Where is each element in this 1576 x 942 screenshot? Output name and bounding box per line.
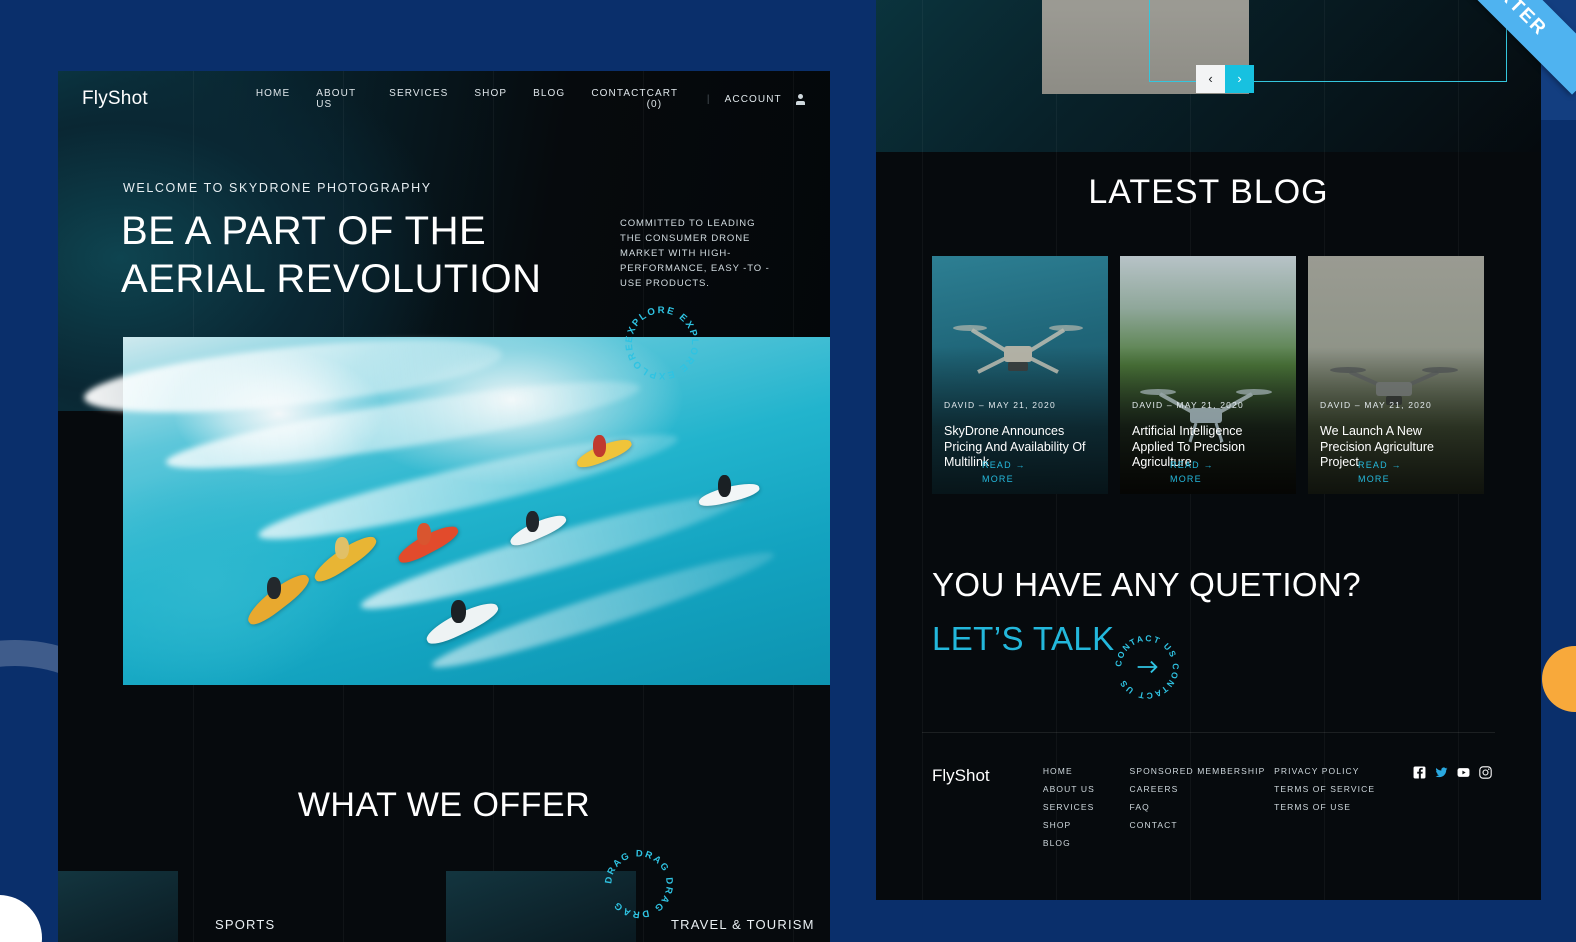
blog-read-more-link[interactable]: READ → MORE bbox=[1170, 458, 1218, 486]
site-logo[interactable]: FlyShot bbox=[82, 88, 148, 110]
footer-link-about-us[interactable]: ABOUT US bbox=[1043, 784, 1130, 794]
explore-rotating-badge[interactable]: EXPLORE EXPLORE EXPLORE bbox=[618, 299, 706, 387]
site-footer: FlyShot HOME ABOUT US SERVICES SHOP BLOG… bbox=[932, 766, 1492, 848]
main-navigation: HOME ABOUT US SERVICES SHOP BLOG CONTACT bbox=[256, 88, 647, 110]
footer-link-privacy-policy[interactable]: PRIVACY POLICY bbox=[1274, 766, 1409, 776]
footer-link-terms-of-service[interactable]: TERMS OF SERVICE bbox=[1274, 784, 1409, 794]
offer-label-travel-tourism[interactable]: TRAVEL & TOURISM bbox=[671, 917, 815, 932]
background-white-circle-decoration bbox=[0, 895, 42, 942]
contact-us-rotating-badge[interactable]: CONTACT US CONTACT US bbox=[1108, 628, 1186, 706]
footer-divider bbox=[922, 732, 1495, 733]
drag-badge-text: DRAG DRAG DRAG DRAG bbox=[603, 848, 675, 919]
footer-link-sponsored-membership[interactable]: SPONSORED MEMBERSHIP bbox=[1130, 766, 1275, 776]
blog-meta-dash: – bbox=[978, 400, 985, 410]
blog-section-title: LATEST BLOG bbox=[1088, 173, 1329, 211]
blog-author: DAVID bbox=[1320, 400, 1352, 410]
testimonial-carousel-controls: ‹ › bbox=[1196, 65, 1254, 93]
offer-label-sports[interactable]: SPORTS bbox=[215, 917, 275, 932]
blog-card-meta: DAVID – MAY 21, 2020 bbox=[1132, 399, 1284, 411]
left-preview-panel: FlyShot HOME ABOUT US SERVICES SHOP BLOG… bbox=[58, 71, 830, 942]
blog-read-more-link[interactable]: READ → MORE bbox=[982, 458, 1030, 486]
footer-link-careers[interactable]: CAREERS bbox=[1130, 784, 1275, 794]
offer-tile-sports-image[interactable] bbox=[58, 871, 178, 942]
youtube-icon[interactable] bbox=[1457, 766, 1470, 779]
blog-meta-dash: – bbox=[1354, 400, 1361, 410]
blog-date: MAY 21, 2020 bbox=[1176, 400, 1244, 410]
twitter-icon[interactable] bbox=[1435, 766, 1448, 779]
hero-title-line-2: AERIAL REVOLUTION bbox=[121, 257, 542, 301]
blog-card[interactable]: DAVID – MAY 21, 2020 Artificial Intellig… bbox=[1120, 256, 1296, 494]
nav-item-blog[interactable]: BLOG bbox=[533, 88, 565, 110]
nav-item-shop[interactable]: SHOP bbox=[474, 88, 507, 110]
carousel-next-button[interactable]: › bbox=[1225, 65, 1254, 93]
facebook-icon[interactable] bbox=[1413, 766, 1426, 779]
explore-badge-svg: EXPLORE EXPLORE EXPLORE bbox=[624, 305, 700, 381]
hero-title: BE A PART OF THE AERIAL REVOLUTION bbox=[121, 207, 541, 303]
blog-author: DAVID bbox=[944, 400, 976, 410]
blog-card[interactable]: DAVID – MAY 21, 2020 SkyDrone Announces … bbox=[932, 256, 1108, 494]
footer-social-links bbox=[1413, 766, 1492, 848]
navbar-utilities: CART (0) | ACCOUNT bbox=[647, 88, 806, 110]
drone-icon bbox=[1330, 367, 1458, 405]
footer-link-services[interactable]: SERVICES bbox=[1043, 802, 1130, 812]
nav-item-about-us[interactable]: ABOUT US bbox=[316, 88, 363, 110]
drag-badge-svg: DRAG DRAG DRAG DRAG bbox=[603, 848, 675, 919]
hero-blurb: COMMITTED TO LEADING THE CONSUMER DRONE … bbox=[620, 218, 770, 289]
blog-card-meta: DAVID – MAY 21, 2020 bbox=[1320, 399, 1472, 411]
footer-column-primary: HOME ABOUT US SERVICES SHOP BLOG bbox=[1043, 766, 1130, 848]
drag-rotating-badge[interactable]: DRAG DRAG DRAG DRAG bbox=[596, 841, 682, 927]
hero-title-line-1: BE A PART OF THE bbox=[121, 209, 487, 253]
footer-link-home[interactable]: HOME bbox=[1043, 766, 1130, 776]
explore-badge-text: EXPLORE EXPLORE EXPLORE bbox=[624, 305, 700, 381]
cta-question: YOU HAVE ANY QUETION? bbox=[932, 566, 1361, 603]
person-icon bbox=[795, 93, 806, 105]
navbar-divider: | bbox=[706, 93, 711, 105]
footer-link-terms-of-use[interactable]: TERMS OF USE bbox=[1274, 802, 1409, 812]
footer-link-shop[interactable]: SHOP bbox=[1043, 820, 1130, 830]
background-orange-semicircle-decoration bbox=[1542, 646, 1576, 712]
account-link[interactable]: ACCOUNT bbox=[725, 94, 782, 105]
blog-date: MAY 21, 2020 bbox=[988, 400, 1056, 410]
blog-card-meta: DAVID – MAY 21, 2020 bbox=[944, 399, 1096, 411]
nav-item-contact[interactable]: CONTACT bbox=[591, 88, 646, 110]
hero-kicker: WELCOME TO SKYDRONE PHOTOGRAPHY bbox=[123, 181, 432, 195]
blog-date: MAY 21, 2020 bbox=[1364, 400, 1432, 410]
right-preview-panel: WHAT SAY A ‹ › LATEST BLOG bbox=[876, 0, 1541, 900]
cart-link[interactable]: CART (0) bbox=[647, 88, 693, 110]
blog-read-more-link[interactable]: READ → MORE bbox=[1358, 458, 1406, 486]
cta-action-link[interactable]: LET’S TALK bbox=[932, 620, 1115, 658]
footer-link-faq[interactable]: FAQ bbox=[1130, 802, 1275, 812]
arrow-right-icon bbox=[1137, 660, 1158, 674]
site-navbar: FlyShot HOME ABOUT US SERVICES SHOP BLOG… bbox=[58, 71, 830, 127]
footer-column-legal: PRIVACY POLICY TERMS OF SERVICE TERMS OF… bbox=[1274, 766, 1409, 848]
blog-meta-dash: – bbox=[1166, 400, 1173, 410]
nav-item-services[interactable]: SERVICES bbox=[389, 88, 448, 110]
nav-item-home[interactable]: HOME bbox=[256, 88, 290, 110]
blog-card[interactable]: DAVID – MAY 21, 2020 We Launch A New Pre… bbox=[1308, 256, 1484, 494]
footer-link-contact[interactable]: CONTACT bbox=[1130, 820, 1275, 830]
hero-surfers-photo bbox=[81, 325, 830, 685]
offer-section-title: WHAT WE OFFER bbox=[297, 786, 591, 824]
blog-card-list: DAVID – MAY 21, 2020 SkyDrone Announces … bbox=[932, 256, 1484, 494]
footer-logo[interactable]: FlyShot bbox=[932, 766, 1043, 848]
drone-icon bbox=[953, 325, 1083, 374]
blog-author: DAVID bbox=[1132, 400, 1164, 410]
screenshot-root: FlyShot HOME ABOUT US SERVICES SHOP BLOG… bbox=[0, 0, 1576, 942]
contact-badge-svg: CONTACT US CONTACT US bbox=[1113, 633, 1179, 701]
carousel-prev-button[interactable]: ‹ bbox=[1196, 65, 1225, 93]
footer-link-blog[interactable]: BLOG bbox=[1043, 838, 1130, 848]
footer-column-company: SPONSORED MEMBERSHIP CAREERS FAQ CONTACT bbox=[1130, 766, 1275, 848]
instagram-icon[interactable] bbox=[1479, 766, 1492, 779]
